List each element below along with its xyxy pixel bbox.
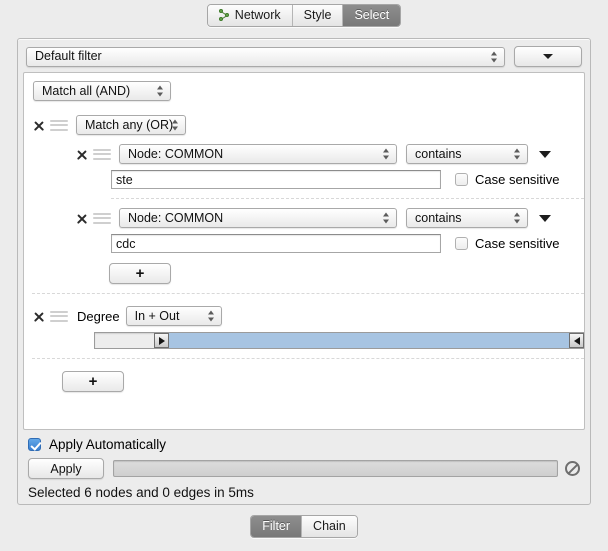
filter-editor-body: Match all (AND) Match any (OR) Node: COM… [23,72,585,430]
condition-operator-select[interactable]: contains [406,208,528,228]
caret-down-icon[interactable] [539,214,551,222]
selection-status-text: Selected 6 nodes and 0 edges in 5ms [28,485,254,500]
stepper-arrows-icon [383,148,390,161]
network-graph-icon [218,8,230,22]
view-mode-segmented-control: Network Style Select [206,3,402,27]
stepper-arrows-icon [514,148,521,161]
degree-range-fill [168,333,569,348]
apply-progress-bar [113,460,558,477]
degree-range-low-handle[interactable] [154,333,169,348]
condition-value-text: ste [116,172,133,187]
stepper-arrows-icon [207,310,215,323]
top-tab-bar: Network Style Select [0,0,608,30]
filter-select[interactable]: Default filter [26,46,505,67]
tab-chain[interactable]: Chain [302,516,357,537]
condition-operator-select[interactable]: contains [406,144,528,164]
add-condition-button-label: + [135,265,145,282]
degree-direction-value: In + Out [134,308,180,323]
apply-automatically-checkbox[interactable] [28,438,41,451]
stepper-arrows-icon [157,85,164,98]
apply-automatically-label: Apply Automatically [49,437,167,452]
tab-select-label: Select [354,7,390,22]
condition-value-text: cdc [116,236,136,251]
drag-handle-icon[interactable] [93,148,111,160]
apply-button-label: Apply [50,461,82,476]
add-filter-row: + [24,359,584,392]
degree-range-high-handle[interactable] [569,333,584,348]
close-icon[interactable] [32,310,45,323]
filter-mode-segmented-control: Filter Chain [250,515,358,538]
case-sensitive-checkbox[interactable] [455,237,468,250]
tab-network-label: Network [234,7,281,22]
triangle-left-icon [573,336,580,345]
condition-attribute-value: Node: COMMON [128,146,224,161]
stepper-arrows-icon [172,119,179,132]
condition-row: Node: COMMON contains ste Case sensitive [24,135,584,199]
filter-options-menu-button[interactable] [514,46,582,67]
degree-label: Degree [77,308,120,324]
close-icon[interactable] [32,119,45,132]
degree-slider-row [24,326,584,349]
condition-attribute-value: Node: COMMON [128,210,224,225]
caret-down-icon[interactable] [539,150,551,158]
root-match-row: Match all (AND) [24,73,584,105]
filter-footer: Apply Automatically Apply Selected 6 nod… [18,430,590,504]
degree-direction-select[interactable]: In + Out [125,306,222,326]
condition-operator-value: contains [415,210,462,225]
stepper-arrows-icon [491,50,498,63]
group-match-mode-select[interactable]: Match any (OR) [76,115,186,135]
tab-style-label: Style [303,7,332,22]
close-icon[interactable] [75,212,88,225]
filter-selector-row: Default filter [18,39,590,73]
cancel-circle-slash-icon[interactable] [565,461,580,476]
add-condition-button[interactable]: + [109,263,171,284]
condition-attribute-select[interactable]: Node: COMMON [119,144,397,164]
condition-attribute-select[interactable]: Node: COMMON [119,208,397,228]
root-match-mode-select[interactable]: Match all (AND) [33,81,171,101]
tab-filter-label: Filter [262,519,291,534]
group-match-mode-value: Match any (OR) [85,117,174,132]
condition-operator-value: contains [415,146,462,161]
condition-value-input[interactable]: cdc [111,234,441,253]
chevron-down-icon [543,54,553,59]
case-sensitive-label: Case sensitive [475,236,560,251]
drag-handle-icon[interactable] [93,212,111,224]
tab-style[interactable]: Style [292,4,344,26]
add-filter-button[interactable]: + [62,371,124,392]
filter-select-value: Default filter [35,49,102,64]
add-filter-button-label: + [88,373,98,390]
condition-row: Node: COMMON contains cdc Case sensitive [24,199,584,253]
tab-filter[interactable]: Filter [251,516,303,537]
close-icon[interactable] [75,148,88,161]
tab-chain-label: Chain [313,519,346,534]
filter-panel: Default filter Match all (AND) Match any… [17,38,591,505]
add-condition-row: + [24,253,584,284]
stepper-arrows-icon [383,212,390,225]
drag-handle-icon[interactable] [50,119,68,131]
apply-automatically-row: Apply Automatically [28,437,590,452]
case-sensitive-checkbox[interactable] [455,173,468,186]
apply-row: Apply [28,458,590,479]
triangle-right-icon [158,336,165,345]
bottom-tab-bar: Filter Chain [0,515,608,538]
drag-handle-icon[interactable] [50,310,68,322]
stepper-arrows-icon [514,212,521,225]
apply-button[interactable]: Apply [28,458,104,479]
condition-value-input[interactable]: ste [111,170,441,189]
degree-range-slider[interactable] [94,332,584,349]
group-match-row: Match any (OR) [24,105,584,135]
case-sensitive-label: Case sensitive [475,172,560,187]
tab-select[interactable]: Select [343,4,401,26]
tab-network[interactable]: Network [207,4,293,26]
degree-filter-row: Degree In + Out [24,294,584,326]
root-match-mode-value: Match all (AND) [42,83,131,98]
